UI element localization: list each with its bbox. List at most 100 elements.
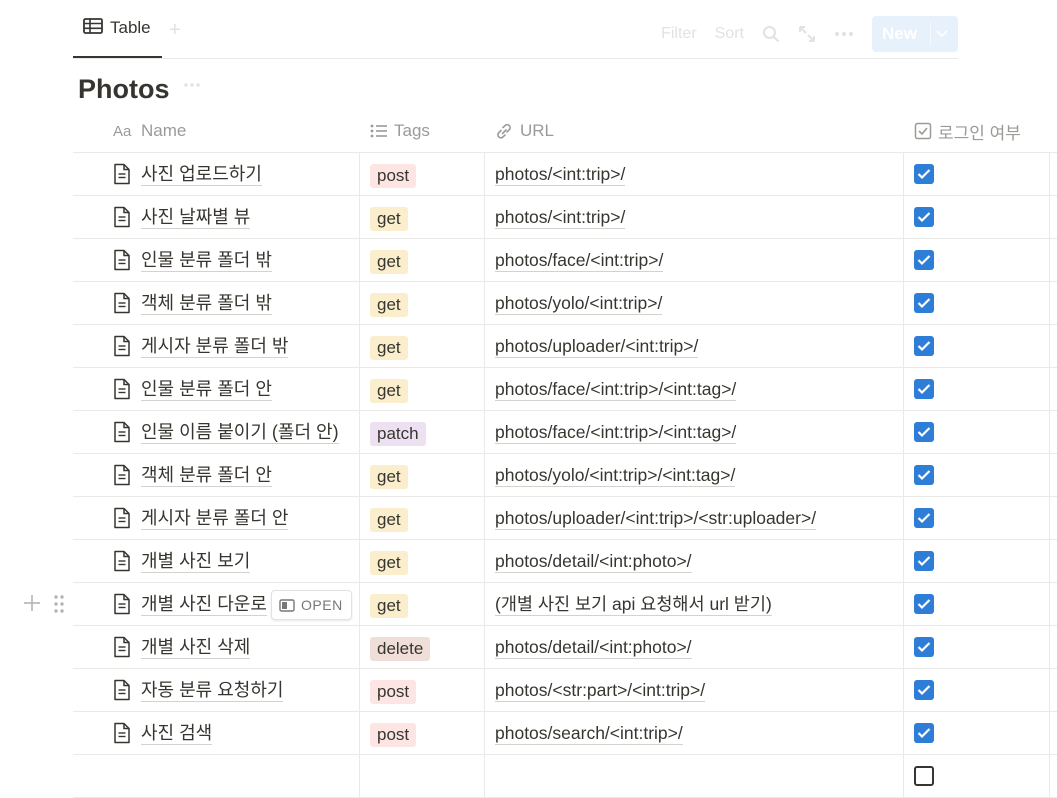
cell-url[interactable]: photos/yolo/<int:trip>/ <box>495 282 663 324</box>
url-link[interactable]: (개별 사진 보기 api 요청해서 url 받기) <box>495 593 772 616</box>
cell-login[interactable] <box>914 164 934 184</box>
cell-url[interactable]: photos/<int:trip>/ <box>495 153 626 195</box>
cell-name[interactable]: 사진 검색 <box>113 712 213 754</box>
cell-tags[interactable]: post <box>370 164 417 188</box>
checkbox-checked[interactable] <box>914 551 934 571</box>
column-header-tags[interactable]: Tags <box>370 110 430 152</box>
checkbox-checked[interactable] <box>914 637 934 657</box>
table-row[interactable] <box>73 755 1057 798</box>
cell-tags[interactable]: get <box>370 250 408 274</box>
checkbox-checked[interactable] <box>914 508 934 528</box>
cell-url[interactable]: photos/uploader/<int:trip>/<str:uploader… <box>495 497 817 539</box>
cell-url[interactable]: photos/<str:part>/<int:trip>/ <box>495 669 706 711</box>
cell-login[interactable] <box>914 422 934 442</box>
cell-tags[interactable]: get <box>370 508 408 532</box>
column-header-login[interactable]: 로그인 여부 <box>914 110 1021 152</box>
row-title[interactable]: 개별 사진 다운로 <box>141 593 267 616</box>
url-link[interactable]: photos/face/<int:trip>/<int:tag>/ <box>495 378 737 401</box>
cell-tags[interactable]: post <box>370 723 417 747</box>
expand-icon[interactable] <box>798 25 816 43</box>
table-row[interactable]: 인물 이름 붙이기 (폴더 안) patch photos/face/<int:… <box>73 411 1057 454</box>
checkbox-checked[interactable] <box>914 422 934 442</box>
url-link[interactable]: photos/yolo/<int:trip>/<int:tag>/ <box>495 464 736 487</box>
add-row-icon[interactable] <box>23 594 41 612</box>
row-title[interactable]: 개별 사진 보기 <box>141 550 251 573</box>
row-title[interactable]: 객체 분류 폴더 밖 <box>141 292 272 315</box>
cell-login[interactable] <box>914 551 934 571</box>
url-link[interactable]: photos/uploader/<int:trip>/ <box>495 335 699 358</box>
row-title[interactable]: 사진 날짜별 뷰 <box>141 206 251 229</box>
cell-tags[interactable]: get <box>370 207 408 231</box>
cell-url[interactable]: photos/yolo/<int:trip>/<int:tag>/ <box>495 454 736 496</box>
search-icon[interactable] <box>762 25 780 43</box>
checkbox-checked[interactable] <box>914 336 934 356</box>
cell-tags[interactable]: get <box>370 336 408 360</box>
drag-handle-icon[interactable] <box>53 594 65 614</box>
cell-tags[interactable]: get <box>370 379 408 403</box>
url-link[interactable]: photos/detail/<int:photo>/ <box>495 636 692 659</box>
cell-login[interactable] <box>914 336 934 356</box>
cell-url[interactable]: photos/detail/<int:photo>/ <box>495 626 692 668</box>
page-title[interactable]: Photos <box>78 74 170 105</box>
cell-login[interactable] <box>914 293 934 313</box>
row-title[interactable]: 사진 업로드하기 <box>141 163 262 186</box>
table-row[interactable]: 객체 분류 폴더 안 get photos/yolo/<int:trip>/<i… <box>73 454 1057 497</box>
cell-name[interactable]: 인물 분류 폴더 안 <box>113 368 272 410</box>
url-link[interactable]: photos/detail/<int:photo>/ <box>495 550 692 573</box>
row-title[interactable]: 사진 검색 <box>141 722 213 745</box>
column-header-url[interactable]: URL <box>494 110 554 152</box>
cell-name[interactable]: 개별 사진 다운로 <box>113 583 267 625</box>
cell-url[interactable]: (개별 사진 보기 api 요청해서 url 받기) <box>495 583 772 625</box>
table-row[interactable]: 자동 분류 요청하기 post photos/<str:part>/<int:t… <box>73 669 1057 712</box>
more-icon[interactable] <box>834 31 854 37</box>
row-title[interactable]: 객체 분류 폴더 안 <box>141 464 272 487</box>
url-link[interactable]: photos/<int:trip>/ <box>495 163 626 186</box>
url-link[interactable]: photos/<str:part>/<int:trip>/ <box>495 679 706 702</box>
cell-name[interactable]: 게시자 분류 폴더 안 <box>113 497 289 539</box>
cell-login[interactable] <box>914 766 934 786</box>
cell-name[interactable]: 개별 사진 보기 <box>113 540 251 582</box>
checkbox-checked[interactable] <box>914 164 934 184</box>
cell-url[interactable]: photos/face/<int:trip>/<int:tag>/ <box>495 368 737 410</box>
filter-button[interactable]: Filter <box>661 25 697 43</box>
open-page-button[interactable]: OPEN <box>271 590 352 620</box>
cell-login[interactable] <box>914 723 934 743</box>
cell-name[interactable]: 인물 분류 폴더 밖 <box>113 239 272 281</box>
cell-name[interactable]: 객체 분류 폴더 안 <box>113 454 272 496</box>
cell-url[interactable]: photos/search/<int:trip>/ <box>495 712 683 754</box>
cell-login[interactable] <box>914 594 934 614</box>
cell-url[interactable]: photos/uploader/<int:trip>/ <box>495 325 699 367</box>
url-link[interactable]: photos/uploader/<int:trip>/<str:uploader… <box>495 507 817 530</box>
cell-url[interactable]: photos/face/<int:trip>/<int:tag>/ <box>495 411 737 453</box>
cell-login[interactable] <box>914 465 934 485</box>
table-row[interactable]: 객체 분류 폴더 밖 get photos/yolo/<int:trip>/ <box>73 282 1057 325</box>
cell-tags[interactable]: get <box>370 594 408 618</box>
tab-table[interactable]: Table <box>73 0 162 58</box>
cell-url[interactable]: photos/<int:trip>/ <box>495 196 626 238</box>
checkbox-checked[interactable] <box>914 207 934 227</box>
table-row[interactable]: 사진 검색 post photos/search/<int:trip>/ <box>73 712 1057 755</box>
cell-name[interactable]: 개별 사진 삭제 <box>113 626 251 668</box>
checkbox-checked[interactable] <box>914 723 934 743</box>
checkbox-unchecked[interactable] <box>914 766 934 786</box>
checkbox-checked[interactable] <box>914 379 934 399</box>
checkbox-checked[interactable] <box>914 594 934 614</box>
table-row[interactable]: 게시자 분류 폴더 안 get photos/uploader/<int:tri… <box>73 497 1057 540</box>
table-row[interactable]: 게시자 분류 폴더 밖 get photos/uploader/<int:tri… <box>73 325 1057 368</box>
cell-name[interactable]: 게시자 분류 폴더 밖 <box>113 325 289 367</box>
cell-name[interactable]: 객체 분류 폴더 밖 <box>113 282 272 324</box>
checkbox-checked[interactable] <box>914 465 934 485</box>
new-button[interactable]: New <box>872 16 958 52</box>
row-title[interactable]: 게시자 분류 폴더 안 <box>141 507 289 530</box>
cell-login[interactable] <box>914 637 934 657</box>
table-row[interactable]: 개별 사진 보기 get photos/detail/<int:photo>/ <box>73 540 1057 583</box>
cell-url[interactable]: photos/detail/<int:photo>/ <box>495 540 692 582</box>
cell-name[interactable]: 자동 분류 요청하기 <box>113 669 284 711</box>
cell-tags[interactable]: get <box>370 551 408 575</box>
cell-tags[interactable]: post <box>370 680 417 704</box>
title-more-icon[interactable] <box>183 82 201 88</box>
cell-name[interactable]: 사진 날짜별 뷰 <box>113 196 251 238</box>
table-row[interactable]: 인물 분류 폴더 밖 get photos/face/<int:trip>/ <box>73 239 1057 282</box>
cell-name[interactable]: 인물 이름 붙이기 (폴더 안) <box>113 411 339 453</box>
chevron-down-icon[interactable] <box>936 16 948 52</box>
